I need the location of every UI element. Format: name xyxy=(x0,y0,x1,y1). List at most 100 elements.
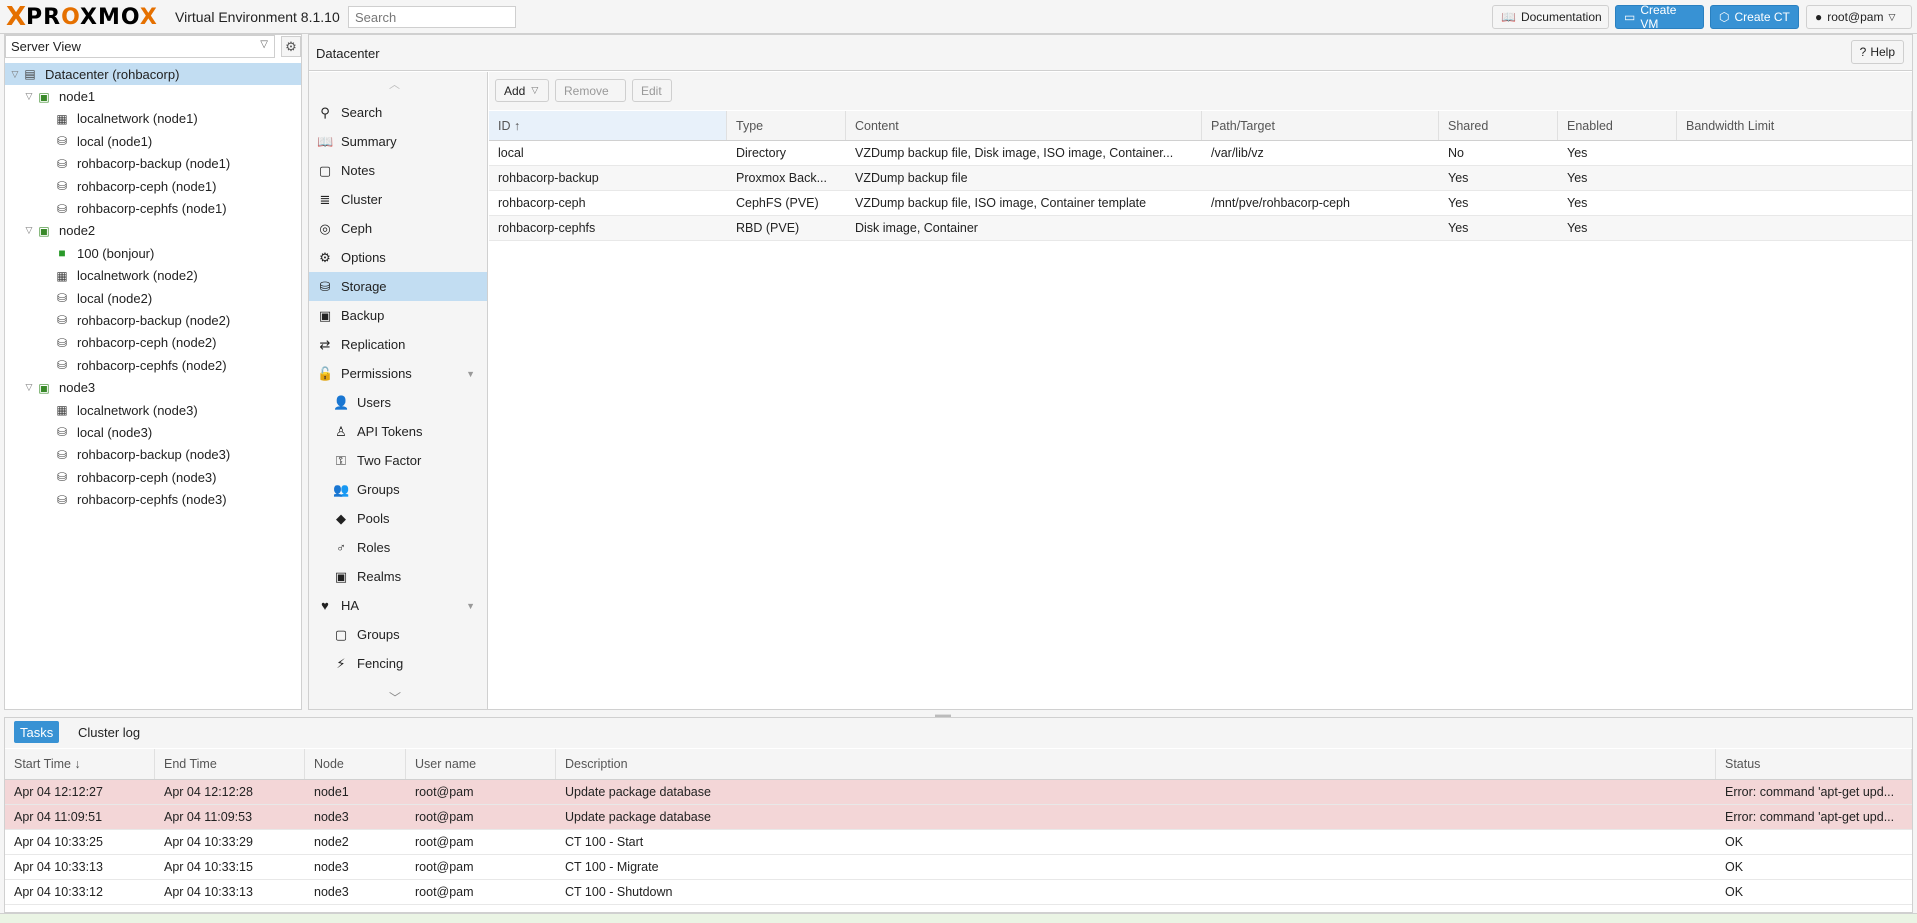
tree-item[interactable]: ⛁ local (node3) xyxy=(5,421,301,443)
collapse-toggle-icon[interactable]: ▽ xyxy=(23,382,35,393)
menu-item-users[interactable]: 👤 Users xyxy=(309,388,487,417)
table-row[interactable]: rohbacorp-ceph CephFS (PVE) VZDump backup … xyxy=(489,191,1912,216)
view-selector[interactable]: Server View ▽ xyxy=(5,35,275,58)
menu-item-notes[interactable]: ▢ Notes xyxy=(309,156,487,185)
tree-item[interactable]: ⛁ rohbacorp-cephfs (node2) xyxy=(5,354,301,376)
tree-item[interactable]: ▦ localnetwork (node2) xyxy=(5,265,301,287)
menu-item-api-tokens[interactable]: ♙ API Tokens xyxy=(309,417,487,446)
tree-item[interactable]: ⛁ rohbacorp-cephfs (node1) xyxy=(5,197,301,219)
menu-item-options[interactable]: ⚙ Options xyxy=(309,243,487,272)
task-row[interactable]: Apr 04 10:33:25 Apr 04 10:33:29 node2 root@… xyxy=(5,830,1912,855)
menu-item-realms[interactable]: ▣ Realms xyxy=(309,562,487,591)
menu-item-search[interactable]: ⚲ Search xyxy=(309,98,487,127)
table-cell: CephFS (PVE) xyxy=(736,196,819,210)
tree-item[interactable]: ▽ ▤ Datacenter (rohbacorp) xyxy=(5,63,301,86)
column-header[interactable]: Enabled xyxy=(1558,111,1677,140)
task-cell: root@pam xyxy=(415,835,474,849)
tab-tasks[interactable]: Tasks xyxy=(14,721,60,743)
menu-item-groups[interactable]: ▢ Groups xyxy=(309,620,487,649)
menu-item-summary[interactable]: 📖 Summary xyxy=(309,127,487,156)
menu-item-cluster[interactable]: ≣ Cluster xyxy=(309,185,487,214)
collapse-toggle-icon[interactable]: ▽ xyxy=(23,91,35,102)
table-cell: Yes xyxy=(1448,171,1469,185)
table-row[interactable]: local Directory VZDump backup file, Disk i… xyxy=(489,141,1912,166)
menu-item-permissions[interactable]: 🔓 Permissions ▼ xyxy=(309,359,487,388)
search-input[interactable] xyxy=(348,6,516,28)
menu-item-two-factor[interactable]: ⚿ Two Factor xyxy=(309,446,487,475)
column-header[interactable]: Bandwidth Limit xyxy=(1677,111,1912,140)
tree-item[interactable]: ▦ localnetwork (node1) xyxy=(5,108,301,130)
tree-item[interactable]: ▦ localnetwork (node3) xyxy=(5,399,301,421)
tree-item[interactable]: ■ 100 (bonjour) xyxy=(5,242,301,264)
menu-item-storage[interactable]: ⛁ Storage xyxy=(309,272,487,301)
tree-item[interactable]: ⛁ rohbacorp-ceph (node2) xyxy=(5,332,301,354)
tree-item-label: rohbacorp-cephfs (node3) xyxy=(77,492,227,508)
tree-item[interactable]: ▽ ▣ node1 xyxy=(5,85,301,107)
tree-item-label: localnetwork (node2) xyxy=(77,268,198,284)
column-header[interactable]: Path/Target xyxy=(1202,111,1439,140)
create-vm-button[interactable]: ▭ Create VM xyxy=(1615,3,1704,31)
column-header[interactable]: User name xyxy=(406,749,556,779)
tree-item[interactable]: ⛁ rohbacorp-ceph (node1) xyxy=(5,175,301,197)
task-row[interactable]: Apr 04 11:09:51 Apr 04 11:09:53 node3 root@… xyxy=(5,805,1912,830)
expand-icon[interactable]: ▼ xyxy=(466,601,475,611)
tree-item[interactable]: ▽ ▣ node3 xyxy=(5,376,301,398)
edit-button[interactable]: Edit xyxy=(632,79,672,102)
expand-icon[interactable]: ▼ xyxy=(466,369,475,379)
user-menu-button[interactable]: ● root@pam ▽ xyxy=(1806,5,1912,29)
menu-item-groups[interactable]: 👥 Groups xyxy=(309,475,487,504)
tree-item[interactable]: ⛁ rohbacorp-backup (node2) xyxy=(5,309,301,331)
task-cell: Apr 04 10:33:25 xyxy=(14,835,103,849)
column-header[interactable]: Start Time ↓ xyxy=(5,749,155,779)
scroll-up-icon[interactable]: ︿ xyxy=(389,76,400,92)
datacenter-icon: ▤ xyxy=(24,67,36,82)
column-header[interactable]: End Time xyxy=(155,749,305,779)
log-tabs: Tasks Cluster log xyxy=(5,718,1912,748)
column-header[interactable]: Node xyxy=(305,749,406,779)
menu-item-replication[interactable]: ⇄ Replication xyxy=(309,330,487,359)
column-header[interactable]: Content xyxy=(846,111,1202,140)
column-header[interactable]: Type xyxy=(727,111,846,140)
tree-item[interactable]: ⛁ local (node2) xyxy=(5,287,301,309)
tree-item[interactable]: ⛁ rohbacorp-backup (node1) xyxy=(5,153,301,175)
menu-item-roles[interactable]: ♂ Roles xyxy=(309,533,487,562)
log-panel: Tasks Cluster log Start Time ↓ End Time No… xyxy=(4,717,1913,913)
menu-item-ha[interactable]: ♥ HA ▼ xyxy=(309,591,487,620)
task-row[interactable]: Apr 04 12:12:27 Apr 04 12:12:28 node1 root@… xyxy=(5,780,1912,805)
table-row[interactable]: rohbacorp-backup Proxmox Back... VZDump ba… xyxy=(489,166,1912,191)
scroll-down-icon[interactable]: ﹀ xyxy=(389,689,401,706)
tab-cluster-log[interactable]: Cluster log xyxy=(72,721,146,743)
documentation-button[interactable]: 📖 Documentation xyxy=(1492,5,1609,29)
menu-item-ceph[interactable]: ◎ Ceph xyxy=(309,214,487,243)
add-button[interactable]: Add ▽ xyxy=(495,79,549,102)
menu-item-backup[interactable]: ▣ Backup xyxy=(309,301,487,330)
tags-icon: ◆ xyxy=(336,510,346,526)
column-header[interactable]: ID ↑ xyxy=(489,111,727,140)
table-cell: local xyxy=(498,146,524,160)
tree-item[interactable]: ⛁ rohbacorp-cephfs (node3) xyxy=(5,488,301,510)
task-cell: Error: command 'apt-get upd... xyxy=(1725,785,1895,799)
remove-button[interactable]: Remove xyxy=(555,79,626,102)
tree-item[interactable]: ⛁ local (node1) xyxy=(5,130,301,152)
column-header[interactable]: Shared xyxy=(1439,111,1558,140)
column-header[interactable]: Status xyxy=(1716,749,1912,779)
collapse-toggle-icon[interactable]: ▽ xyxy=(23,225,35,236)
table-cell: No xyxy=(1448,146,1464,160)
chevron-down-icon: ▽ xyxy=(531,85,539,95)
collapse-toggle-icon[interactable]: ▽ xyxy=(9,69,21,80)
tree-item[interactable]: ⛁ rohbacorp-backup (node3) xyxy=(5,444,301,466)
tree-item[interactable]: ▽ ▣ node2 xyxy=(5,220,301,242)
gear-icon[interactable]: ⚙ xyxy=(281,36,301,57)
task-row[interactable]: Apr 04 10:33:12 Apr 04 10:33:13 node3 root@… xyxy=(5,880,1912,905)
table-cell: rohbacorp-backup xyxy=(498,171,599,185)
create-ct-button[interactable]: ⬡ Create CT xyxy=(1710,5,1799,29)
table-row[interactable]: rohbacorp-cephfs RBD (PVE) Disk image, Con… xyxy=(489,216,1912,241)
help-button[interactable]: ? Help xyxy=(1850,40,1904,64)
menu-item-pools[interactable]: ◆ Pools xyxy=(309,504,487,533)
table-cell: Proxmox Back... xyxy=(736,171,827,185)
menu-item-fencing[interactable]: ⚡ Fencing xyxy=(309,649,487,678)
column-header[interactable]: Description xyxy=(556,749,1716,779)
panel-splitter[interactable]: ▬▬ xyxy=(0,710,1917,719)
tree-item[interactable]: ⛁ rohbacorp-ceph (node3) xyxy=(5,466,301,488)
task-row[interactable]: Apr 04 10:33:13 Apr 04 10:33:15 node3 root@… xyxy=(5,855,1912,880)
